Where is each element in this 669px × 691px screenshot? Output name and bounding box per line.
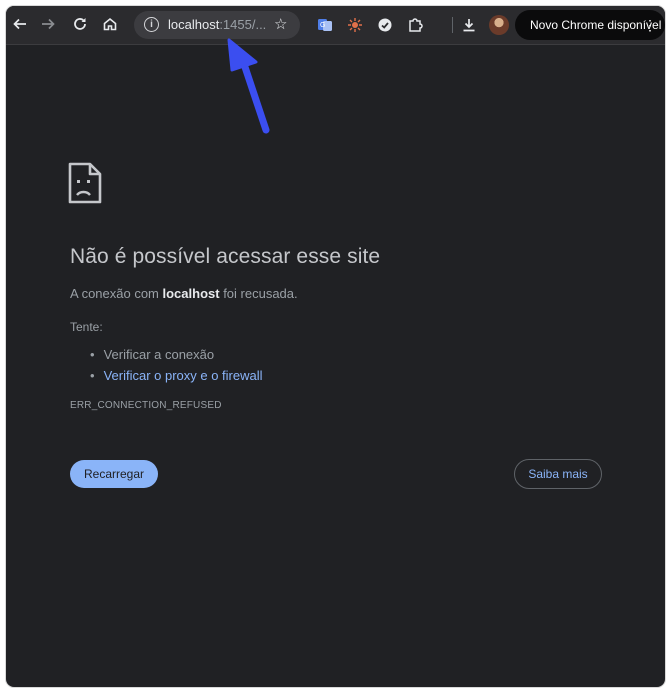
sad-page-icon <box>68 162 102 204</box>
suggestion-item: • Verificar o proxy e o firewall <box>90 368 263 383</box>
home-icon[interactable] <box>98 12 122 36</box>
star-icon[interactable]: ☆ <box>274 15 287 33</box>
toolbar-divider <box>452 17 453 33</box>
suggestion-check-connection: Verificar a conexão <box>103 347 215 362</box>
bullet: • <box>90 347 95 362</box>
reload-button[interactable]: Recarregar <box>70 460 158 488</box>
profile-avatar[interactable] <box>489 15 509 35</box>
learn-more-button[interactable]: Saiba mais <box>514 459 602 489</box>
bullet: • <box>90 368 95 383</box>
try-label: Tente: <box>70 320 103 334</box>
suggestion-proxy-firewall-link[interactable]: Verificar o proxy e o firewall <box>104 368 263 383</box>
address-suffix: :1455/... <box>219 17 267 32</box>
error-description-host: localhost <box>162 286 220 301</box>
reload-icon[interactable] <box>68 12 92 36</box>
translate-extension-icon[interactable]: G <box>316 16 334 34</box>
menu-dots-icon[interactable]: ⋮ <box>643 16 657 34</box>
error-description-after: foi recusada. <box>219 286 298 301</box>
shield-extension-icon[interactable] <box>376 16 394 34</box>
browser-toolbar: i localhost:1455/... ☆ G Novo Chrome dis… <box>6 6 665 45</box>
suggestion-item: • Verificar a conexão <box>90 347 214 362</box>
forward-arrow-icon[interactable] <box>36 12 60 36</box>
address-bar[interactable]: i localhost:1455/... ☆ <box>134 11 300 39</box>
download-icon[interactable] <box>460 16 478 34</box>
address-url[interactable]: localhost:1455/... <box>168 17 266 32</box>
error-code: ERR_CONNECTION_REFUSED <box>70 400 222 411</box>
error-title: Não é possível acessar esse site <box>70 245 381 268</box>
update-chrome-label: Novo Chrome disponível <box>530 18 662 32</box>
update-chrome-button[interactable]: Novo Chrome disponível ⋮ <box>515 10 665 40</box>
back-arrow-icon[interactable] <box>8 12 32 36</box>
error-page: Não é possível acessar esse site A conex… <box>6 45 665 687</box>
address-host: localhost <box>168 17 220 32</box>
browser-window: i localhost:1455/... ☆ G Novo Chrome dis… <box>6 6 665 687</box>
info-icon[interactable]: i <box>144 17 159 32</box>
error-description: A conexão com localhost foi recusada. <box>70 286 298 301</box>
puzzle-icon[interactable] <box>406 16 424 34</box>
svg-text:G: G <box>320 22 325 29</box>
error-description-before: A conexão com <box>70 286 163 301</box>
sun-extension-icon[interactable] <box>346 16 364 34</box>
